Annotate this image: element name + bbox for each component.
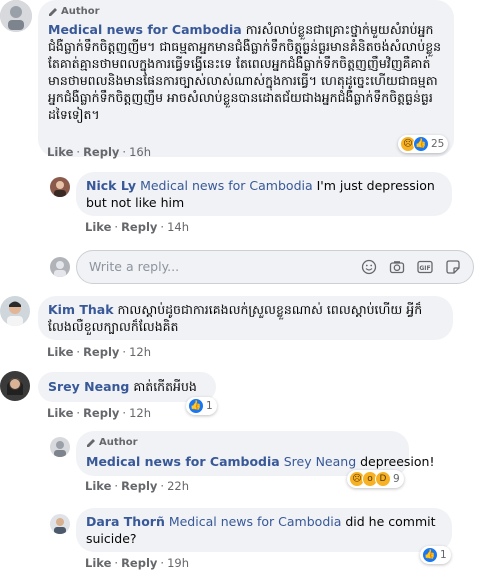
reaction-count: 25 bbox=[431, 138, 445, 150]
nick-ly-avatar-image bbox=[50, 177, 70, 197]
pencil-icon bbox=[49, 7, 57, 16]
like-reaction-icon: 👍 bbox=[188, 398, 204, 414]
like-link[interactable]: Like bbox=[85, 556, 111, 570]
kim-thak-avatar-image bbox=[0, 296, 30, 326]
comment-bubble: Kim Thak កាលស្តាប់ដូចជាការគេងលក់ស្រួលខ្ល… bbox=[38, 296, 453, 340]
like-reaction-icon: 👍 bbox=[413, 136, 429, 152]
comment-actions: Like · Reply · 16h bbox=[47, 145, 151, 159]
mention-link[interactable]: Medical news for Cambodia bbox=[140, 178, 313, 193]
author-tag-label: Author bbox=[99, 437, 138, 448]
commenter-name[interactable]: Kim Thak bbox=[48, 302, 114, 317]
timestamp[interactable]: 19h bbox=[167, 556, 189, 570]
reply-text: depreesion! bbox=[356, 454, 435, 469]
comment-body: Medical news for Cambodia ការសំលាប់ខ្លួន… bbox=[48, 21, 448, 123]
reply-link[interactable]: Reply bbox=[83, 345, 119, 359]
pencil-icon bbox=[87, 438, 95, 447]
commenter-name[interactable]: Medical news for Cambodia bbox=[48, 22, 242, 37]
like-link[interactable]: Like bbox=[47, 145, 73, 159]
timestamp[interactable]: 22h bbox=[167, 479, 189, 493]
avatar[interactable] bbox=[0, 0, 32, 32]
commenter-name[interactable]: Srey Neang bbox=[48, 379, 129, 394]
srey-neang-avatar-image bbox=[0, 371, 30, 401]
commenter-name[interactable]: Nick Ly bbox=[86, 178, 136, 193]
user-avatar-image bbox=[50, 257, 70, 277]
reply-link[interactable]: Reply bbox=[121, 556, 157, 570]
reply-bubble: Nick Ly Medical news for Cambodia I'm ju… bbox=[76, 172, 452, 216]
comment-body: Kim Thak កាលស្តាប់ដូចជាការគេងលក់ស្រួលខ្ល… bbox=[48, 301, 448, 335]
mention-link[interactable]: Srey Neang bbox=[284, 454, 356, 469]
reply-link[interactable]: Reply bbox=[83, 145, 119, 159]
camera-icon[interactable] bbox=[389, 259, 405, 275]
reaction-count: 9 bbox=[393, 473, 400, 485]
reply-bubble: Dara Thorñ Medical news for Cambodia did… bbox=[76, 508, 452, 552]
commenter-name[interactable]: Medical news for Cambodia bbox=[86, 454, 280, 469]
reply-body: Medical news for Cambodia Srey Neang dep… bbox=[86, 453, 435, 470]
author-tag-label: Author bbox=[61, 6, 100, 17]
avatar[interactable] bbox=[0, 296, 30, 326]
reaction-badge[interactable]: ☹ o D 9 bbox=[347, 470, 404, 488]
timestamp[interactable]: 14h bbox=[167, 220, 189, 234]
comment-body: Srey Neang គាត់កើតអីបង bbox=[48, 378, 197, 395]
comment-text: គាត់កើតអីបង bbox=[133, 379, 197, 394]
emoji-icon[interactable] bbox=[361, 259, 377, 275]
timestamp[interactable]: 16h bbox=[129, 145, 151, 159]
svg-text:GIF: GIF bbox=[419, 265, 430, 272]
reaction-badge[interactable]: ☹ 👍 25 bbox=[398, 135, 449, 153]
avatar[interactable] bbox=[50, 437, 70, 457]
reply-placeholder: Write a reply... bbox=[89, 259, 180, 274]
like-link[interactable]: Like bbox=[47, 345, 73, 359]
reply-link[interactable]: Reply bbox=[121, 220, 157, 234]
current-user-avatar bbox=[50, 257, 70, 277]
timestamp[interactable]: 12h bbox=[129, 406, 151, 420]
like-link[interactable]: Like bbox=[85, 220, 111, 234]
author-tag: Author bbox=[86, 437, 138, 448]
gif-icon[interactable]: GIF bbox=[417, 259, 433, 275]
like-link[interactable]: Like bbox=[47, 406, 73, 420]
sticker-icon[interactable] bbox=[445, 259, 461, 275]
reaction-badge[interactable]: 👍 1 bbox=[420, 546, 451, 564]
reply-body: Nick Ly Medical news for Cambodia I'm ju… bbox=[86, 177, 446, 211]
timestamp[interactable]: 12h bbox=[129, 345, 151, 359]
avatar[interactable] bbox=[50, 177, 70, 197]
medical-page-avatar-image bbox=[50, 437, 70, 457]
like-link[interactable]: Like bbox=[85, 479, 111, 493]
reply-actions: Like · Reply · 14h bbox=[85, 220, 189, 234]
reaction-badge[interactable]: 👍 1 bbox=[186, 397, 217, 415]
reaction-count: 1 bbox=[440, 549, 447, 561]
commenter-name[interactable]: Dara Thorñ bbox=[86, 514, 165, 529]
reply-link[interactable]: Reply bbox=[121, 479, 157, 493]
comment-actions: Like · Reply · 12h bbox=[47, 345, 151, 359]
author-tag: Author bbox=[48, 6, 100, 17]
reply-body: Dara Thorñ Medical news for Cambodia did… bbox=[86, 513, 446, 547]
comment-text: ការសំលាប់ខ្លួនជាគ្រោះថ្នាក់មួយសំរាប់អ្នក… bbox=[48, 22, 442, 122]
mention-link[interactable]: Medical news for Cambodia bbox=[169, 514, 342, 529]
avatar[interactable] bbox=[0, 371, 30, 401]
reaction-count: 1 bbox=[206, 400, 213, 412]
reply-link[interactable]: Reply bbox=[83, 406, 119, 420]
avatar[interactable] bbox=[50, 514, 70, 534]
like-reaction-icon: 👍 bbox=[422, 547, 438, 563]
comment-actions: Like · Reply · 12h bbox=[47, 406, 151, 420]
reply-actions: Like · Reply · 22h bbox=[85, 479, 189, 493]
reply-actions: Like · Reply · 19h bbox=[85, 556, 189, 570]
haha-reaction-icon: D bbox=[375, 471, 391, 487]
medical-page-avatar-image bbox=[0, 0, 32, 32]
reply-input[interactable]: Write a reply... GIF bbox=[76, 250, 474, 284]
comment-bubble: Author Medical news for Cambodia ការសំលា… bbox=[38, 0, 454, 157]
dara-thorn-avatar-image bbox=[50, 514, 70, 534]
